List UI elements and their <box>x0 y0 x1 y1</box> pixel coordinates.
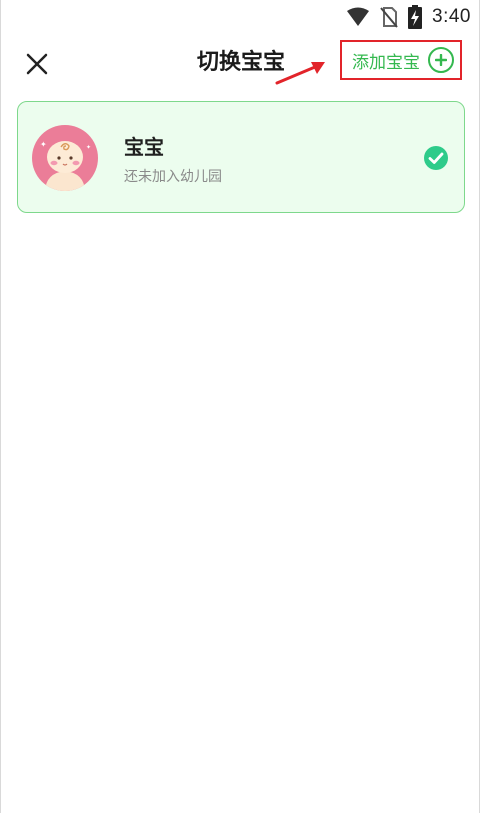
baby-avatar: ✦ ✦ <box>32 125 98 191</box>
baby-card[interactable]: ✦ ✦ 宝宝 还未加入幼儿园 <box>17 101 465 213</box>
no-sim-icon <box>380 6 398 28</box>
status-bar: 3:40 <box>1 0 480 34</box>
check-circle-icon <box>424 146 448 170</box>
status-time: 3:40 <box>432 6 471 27</box>
svg-text:✦: ✦ <box>86 144 91 151</box>
add-baby-label: 添加宝宝 <box>352 52 420 73</box>
plus-circle-icon <box>428 47 454 73</box>
baby-status: 还未加入幼儿园 <box>124 169 222 185</box>
add-baby-button[interactable]: 添加宝宝 <box>340 40 462 80</box>
svg-text:✦: ✦ <box>40 140 47 149</box>
status-icons: 3:40 <box>346 5 471 29</box>
battery-charging-icon <box>408 5 423 29</box>
baby-name: 宝宝 <box>124 135 164 159</box>
wifi-icon <box>346 7 370 27</box>
annotation-arrow <box>275 62 325 85</box>
